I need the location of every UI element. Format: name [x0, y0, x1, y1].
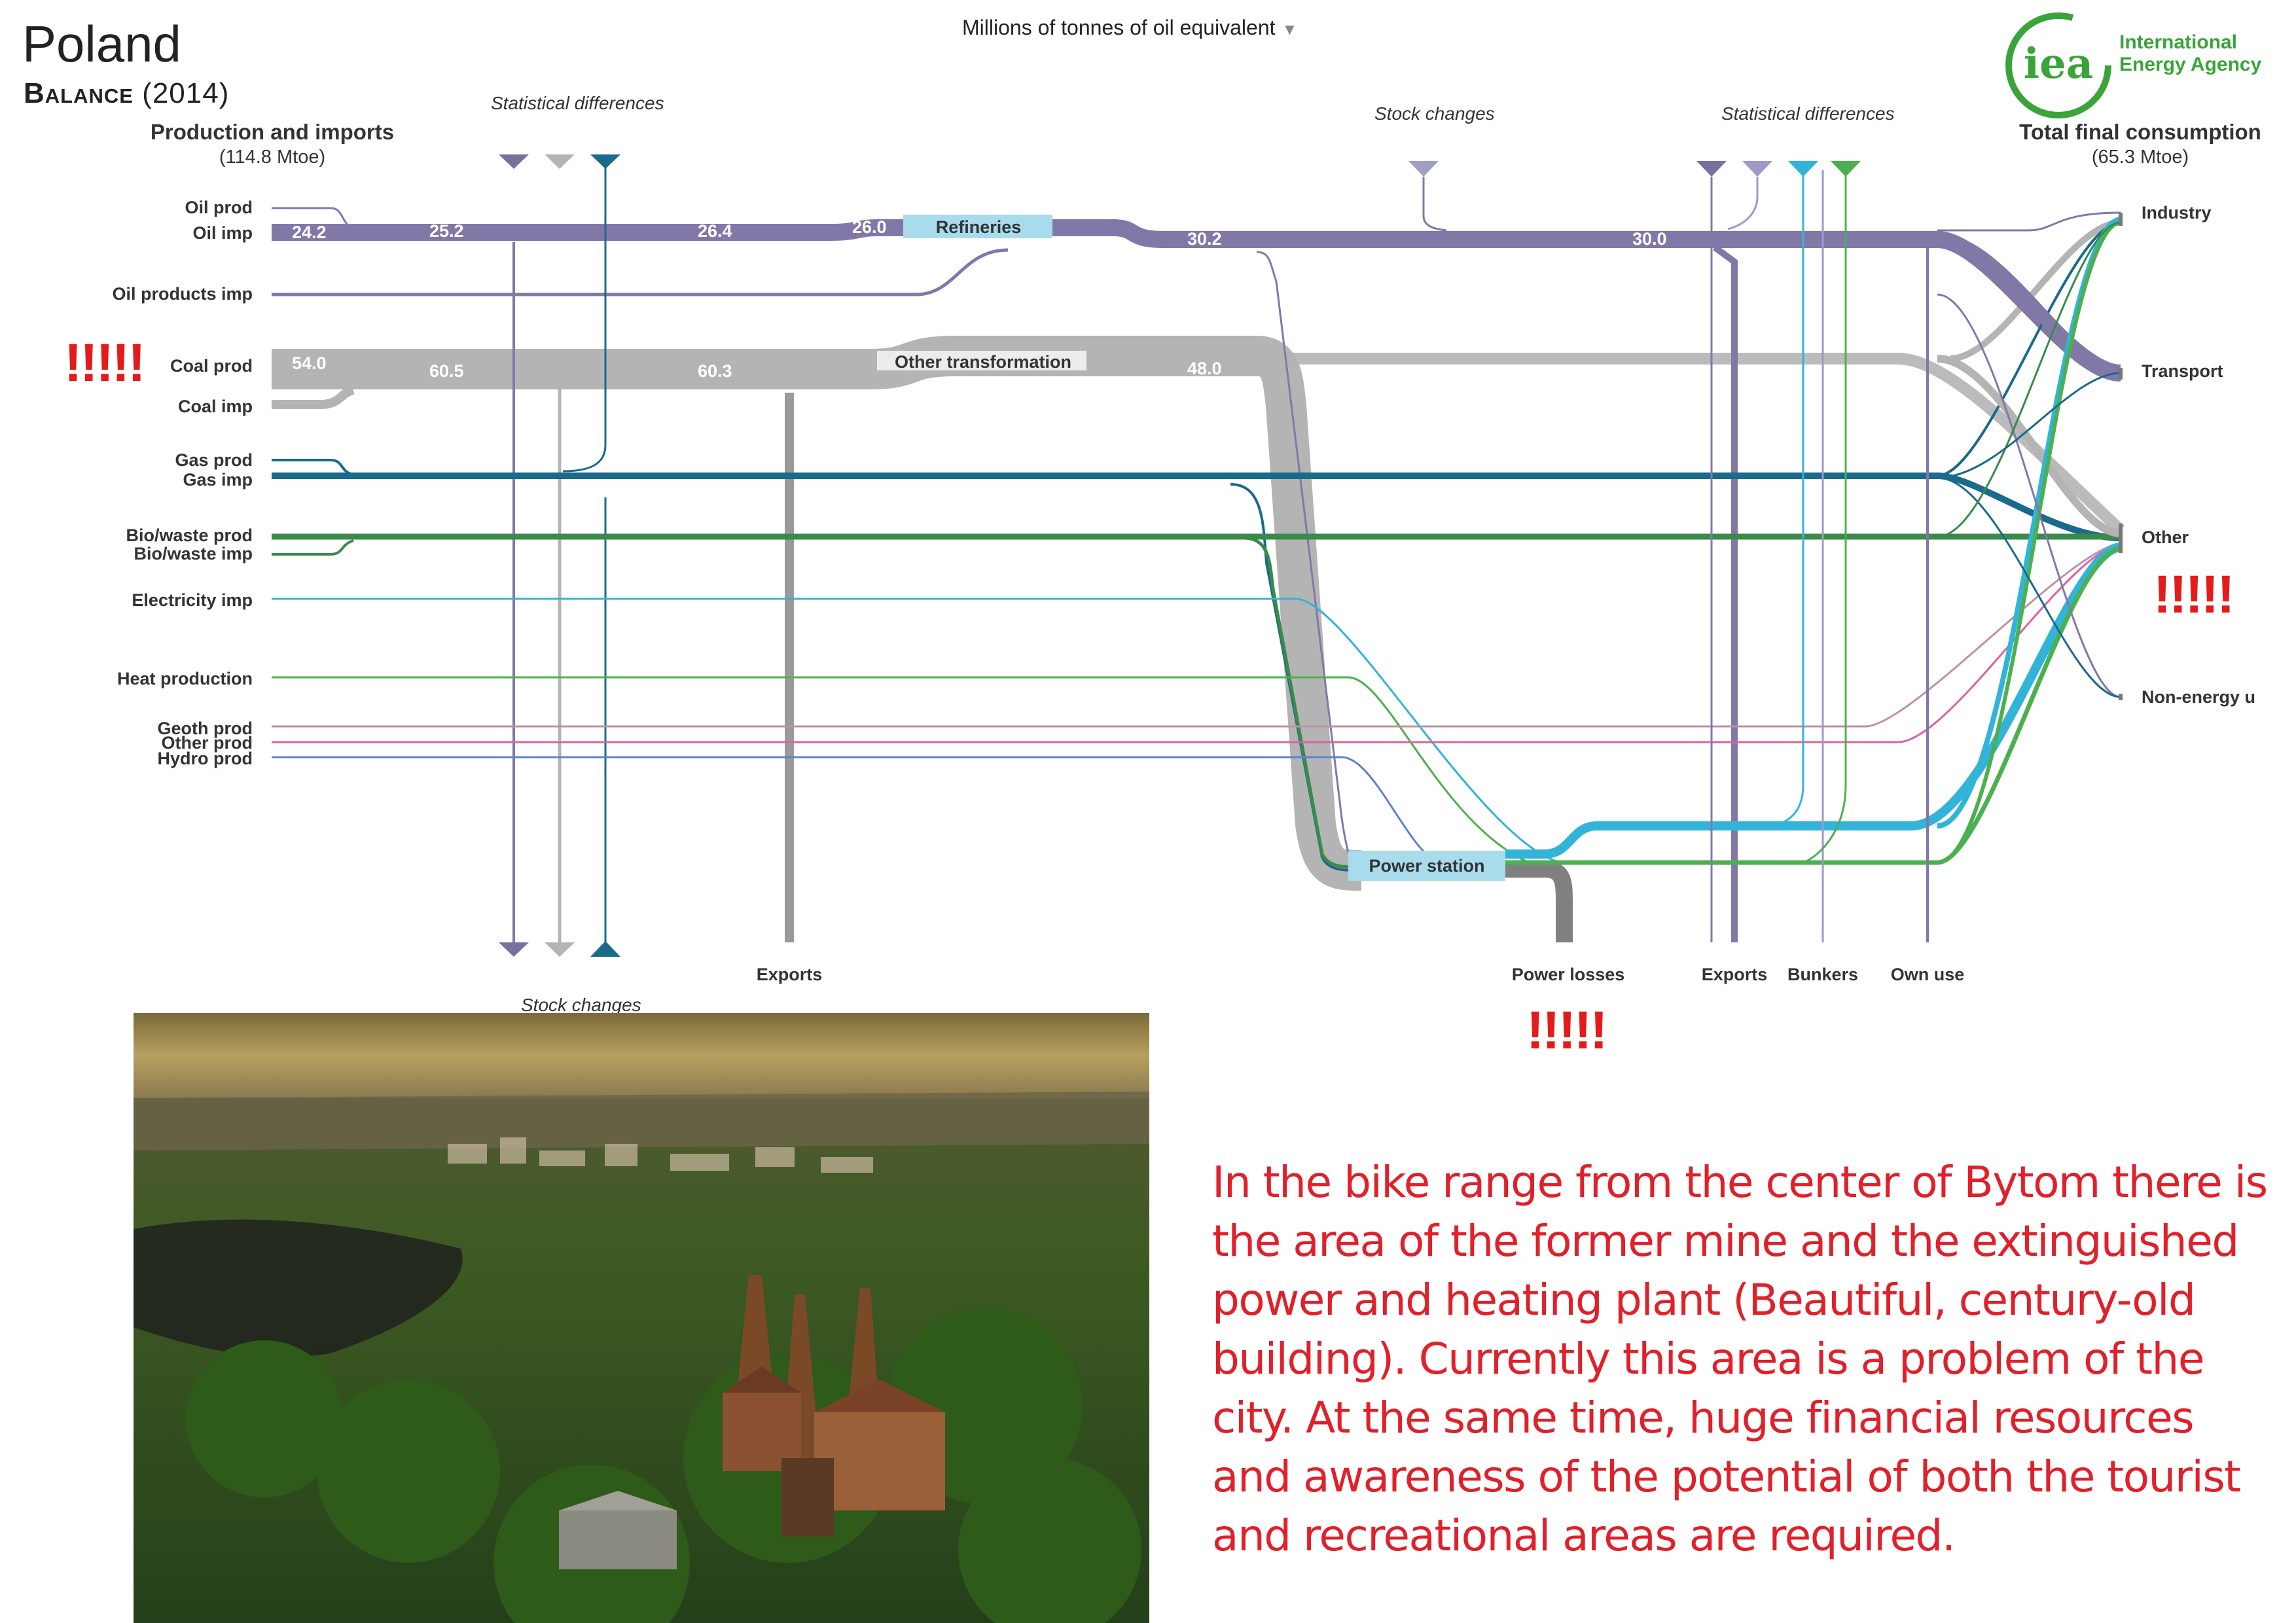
flow-value-coal-2: 60.5 [429, 361, 464, 381]
stat-diff-gas-triangle [590, 154, 620, 169]
coal-flow-main [272, 336, 1362, 891]
right-column-heading: Total final consumption [2019, 120, 2261, 144]
coal-flow-branch [956, 353, 2125, 535]
bio-imp-line [272, 539, 354, 556]
stat-right-4-triangle [1831, 161, 1861, 177]
source-coal-imp: Coal imp [177, 397, 253, 416]
stat-diff-oil2-line [1727, 177, 1759, 230]
stock-down-coal-triangle [545, 942, 575, 957]
sink-bunkers: Bunkers [1787, 965, 1859, 984]
stat-right-2-triangle [1742, 161, 1772, 177]
stat-diff-coal-triangle [545, 154, 575, 169]
heat-production-line [272, 676, 1532, 865]
exclamation-coal: !!!!! [64, 333, 146, 393]
source-bio-imp: Bio/waste imp [134, 544, 253, 563]
power-heat-out [1505, 546, 2121, 865]
flow-value-oil-5: 30.2 [1187, 229, 1222, 249]
caption-text: In the bike range from the center of Byt… [1212, 1157, 2268, 1561]
source-gas-imp: Gas imp [183, 470, 253, 490]
iea-logo-line2: Energy Agency [2119, 54, 2262, 75]
page-title: Poland [22, 15, 181, 73]
other-prod-line [272, 543, 2121, 743]
sink-exports-right: Exports [1701, 965, 1768, 984]
unit-selected-value: Millions of tonnes of oil equivalent [962, 16, 1276, 39]
geoth-prod-line [272, 542, 2121, 728]
refineries-label: Refineries [935, 217, 1022, 237]
iea-logo-text: International Energy Agency [2119, 31, 2261, 76]
flow-value-oil-6: 30.0 [1632, 229, 1667, 249]
power-electricity-out [1505, 543, 2122, 859]
stat-diff-elec-line [1767, 170, 1804, 827]
stock-down-oil-triangle [499, 942, 529, 957]
source-heat-production: Heat production [117, 669, 253, 688]
other-transformation-label: Other transformation [894, 352, 1072, 372]
source-electricity-imp: Electricity imp [132, 590, 253, 610]
source-hydro-prod: Hydro prod [157, 749, 253, 768]
iea-logo-mark: iea [2023, 39, 2094, 88]
stat-diff-right-label: Statistical differences [1721, 103, 1895, 124]
iea-logo-line1: International [2119, 31, 2238, 53]
gas-stock-line [562, 160, 607, 473]
balance-label: Balance [24, 77, 134, 109]
flow-value-coal-4: 48.0 [1187, 359, 1222, 378]
stat-diff-left-label: Statistical differences [491, 93, 664, 113]
flow-value-oil-1: 24.2 [292, 223, 327, 242]
oil-to-industry [1937, 211, 2121, 232]
flow-value-coal-1: 54.0 [292, 353, 327, 373]
source-gas-prod: Gas prod [175, 450, 253, 470]
stock-top-triangle [1408, 161, 1439, 177]
power-losses-flow [1505, 861, 1573, 942]
source-bio-prod: Bio/waste prod [126, 526, 253, 545]
consumption-non-energy: Non-energy u [2142, 687, 2256, 707]
consumption-other: Other [2142, 527, 2189, 547]
gas-flow-main [272, 473, 2121, 541]
gas-prod-line [272, 459, 354, 476]
sink-exports-left: Exports [756, 965, 823, 984]
right-column-total: (65.3 Mtoe) [2091, 147, 2189, 168]
chevron-down-icon: ▼ [1282, 21, 1298, 39]
sink-power-losses: Power losses [1511, 965, 1625, 984]
aerial-photo-power-plant [134, 1013, 1149, 1623]
source-oil-imp: Oil imp [192, 223, 253, 243]
exclamation-other: !!!!! [2153, 565, 2235, 624]
flow-value-oil-2: 25.2 [429, 221, 464, 241]
oil-export-line [1713, 244, 1738, 942]
power-station-label: Power station [1369, 856, 1485, 876]
exclamation-power-losses: !!!!! [1526, 1001, 1608, 1060]
consumption-industry: Industry [2142, 203, 2212, 223]
stock-up-gas-triangle [590, 941, 620, 957]
source-oil-prod: Oil prod [185, 198, 253, 217]
unit-dropdown[interactable]: Millions of tonnes of oil equivalent ▼ [962, 16, 1297, 40]
flow-value-oil-4: 26.0 [852, 217, 887, 237]
source-oil-products-imp: Oil products imp [112, 284, 253, 304]
coal-imp-flow [272, 385, 355, 409]
sink-own-use: Own use [1890, 965, 1965, 984]
stat-right-3-triangle [1788, 161, 1818, 177]
sankey-panel: Poland Balance (2014) Millions of tonnes… [0, 0, 2296, 1060]
balance-heading: Balance (2014) [24, 77, 229, 110]
left-column-total: (114.8 Mtoe) [219, 147, 326, 168]
stat-right-1-triangle [1696, 161, 1727, 177]
consumption-transport: Transport [2142, 361, 2223, 381]
electricity-imp-line [272, 597, 1571, 865]
stock-changes-top-label: Stock changes [1374, 103, 1495, 124]
stat-diff-heat-line [1806, 170, 1847, 863]
stat-diff-oil-triangle [499, 154, 529, 169]
hydro-prod-line [272, 756, 1441, 865]
flow-value-coal-3: 60.3 [698, 361, 732, 381]
stock-changes-top-line [1422, 177, 1447, 232]
balance-year: (2014) [142, 77, 230, 109]
left-column-heading: Production and imports [150, 120, 395, 144]
oil-products-imp-line [272, 248, 1009, 296]
flow-value-oil-3: 26.4 [698, 221, 732, 241]
